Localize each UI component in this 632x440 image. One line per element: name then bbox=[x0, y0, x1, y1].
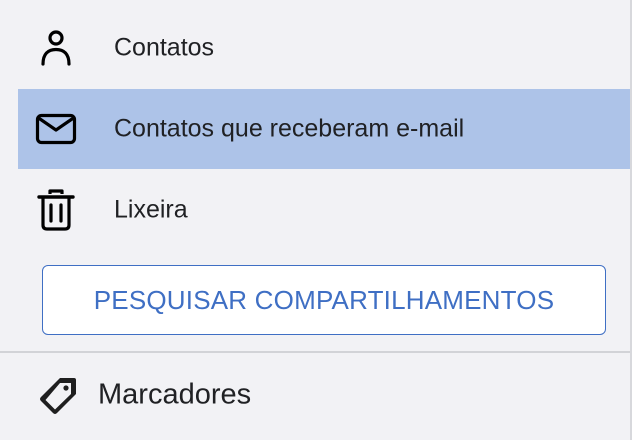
sidebar-item-contatos[interactable]: Contatos bbox=[18, 8, 630, 88]
sidebar-item-label: Lixeira bbox=[114, 195, 188, 224]
sidebar-item-contatos-receberam-email[interactable]: Contatos que receberam e-mail bbox=[18, 89, 630, 169]
sidebar-item-label: Contatos bbox=[114, 33, 215, 62]
sidebar-item-label: Contatos que receberam e-mail bbox=[114, 114, 465, 143]
mail-icon bbox=[34, 107, 78, 151]
section-marcadores[interactable]: Marcadores bbox=[0, 355, 630, 435]
trash-icon bbox=[34, 188, 78, 232]
divider bbox=[0, 351, 630, 353]
sidebar-item-lixeira[interactable]: Lixeira bbox=[18, 170, 630, 250]
sidebar-panel: Contatos Contatos que receberam e-mail L… bbox=[0, 0, 632, 440]
section-title: Marcadores bbox=[98, 378, 252, 411]
person-icon bbox=[34, 26, 78, 70]
tag-icon bbox=[38, 375, 78, 415]
search-shares-button[interactable]: PESQUISAR COMPARTILHAMENTOS bbox=[42, 265, 606, 335]
